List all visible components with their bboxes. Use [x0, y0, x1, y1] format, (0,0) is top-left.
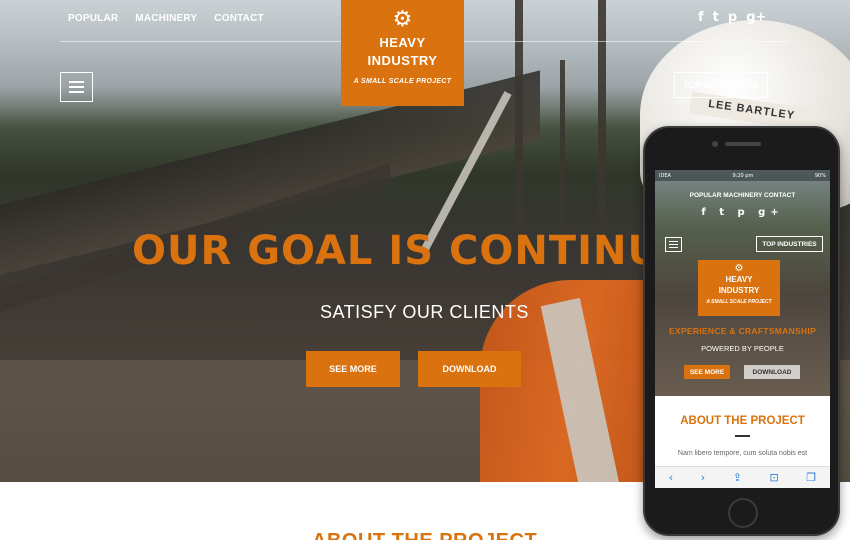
see-more-button[interactable]: SEE MORE: [306, 351, 400, 387]
forward-icon[interactable]: ›: [701, 471, 705, 484]
menu-bar: [69, 91, 84, 93]
nav-item-contact[interactable]: CONTACT: [214, 13, 264, 24]
phone-time: 9:20 pm: [732, 172, 754, 179]
gear-icon: ⚙: [392, 7, 413, 32]
top-industries-button[interactable]: TOP INDUSTRIES: [674, 72, 768, 98]
googleplus-icon[interactable]: g+: [746, 10, 766, 25]
menu-bar: [669, 247, 678, 248]
main-nav: POPULAR MACHINERY CONTACT: [68, 13, 264, 24]
phone-home-button[interactable]: [728, 498, 758, 528]
phone-social-icons[interactable]: f t p g+: [655, 207, 830, 218]
phone-speaker: [725, 142, 761, 146]
phone-experience-heading: EXPERIENCE & CRAFTSMANSHIP: [668, 326, 817, 336]
logo-tagline: A SMALL SCALE PROJECT: [353, 78, 452, 85]
phone-see-more-button[interactable]: SEE MORE: [684, 365, 730, 379]
hero-pole: [515, 0, 523, 250]
menu-bar: [669, 241, 678, 242]
twitter-icon[interactable]: t: [713, 10, 719, 25]
gear-icon: ⚙: [734, 263, 744, 274]
about-section-title: ABOUT THE PROJECT: [312, 530, 537, 540]
phone-nav[interactable]: POPULAR MACHINERY CONTACT: [655, 192, 830, 199]
phone-logo[interactable]: ⚙ HEAVY INDUSTRY A SMALL SCALE PROJECT: [698, 260, 780, 316]
facebook-icon[interactable]: f: [698, 10, 704, 25]
bookmarks-icon[interactable]: ⊡: [770, 471, 779, 484]
phone-status-bar: IDEA 9:20 pm 90%: [655, 170, 830, 181]
phone-battery: 90%: [814, 172, 826, 179]
download-button[interactable]: DOWNLOAD: [418, 351, 521, 387]
hamburger-menu-button[interactable]: [60, 72, 93, 102]
tabs-icon[interactable]: ❐: [806, 471, 816, 484]
logo-line1: HEAVY: [379, 35, 426, 50]
site-logo[interactable]: ⚙ HEAVY INDUSTRY A SMALL SCALE PROJECT: [341, 0, 464, 106]
phone-logo-line1: HEAVY: [725, 275, 753, 284]
phone-camera: [712, 141, 718, 147]
pinterest-icon[interactable]: p: [728, 10, 737, 25]
phone-download-button[interactable]: DOWNLOAD: [744, 365, 800, 379]
menu-bar: [69, 81, 84, 83]
nav-item-popular[interactable]: POPULAR: [68, 13, 118, 24]
phone-carrier: IDEA: [659, 172, 671, 179]
phone-about-title: ABOUT THE PROJECT: [680, 415, 805, 427]
phone-mockup: IDEA 9:20 pm 90% POPULAR MACHINERY CONTA…: [643, 126, 840, 536]
menu-bar: [69, 86, 84, 88]
phone-screen: IDEA 9:20 pm 90% POPULAR MACHINERY CONTA…: [655, 170, 830, 488]
phone-hamburger-menu-button[interactable]: [665, 237, 682, 252]
nav-item-machinery[interactable]: MACHINERY: [135, 13, 197, 24]
phone-logo-tagline: A SMALL SCALE PROJECT: [706, 299, 772, 305]
phone-top-industries-button[interactable]: TOP INDUSTRIES: [756, 236, 823, 252]
social-links: f t p g+: [698, 10, 766, 25]
page: LEE BARTLEY POPULAR MACHINERY CONTACT f …: [0, 0, 850, 540]
phone-about-paragraph: Nam libero tempore, cum soluta nobis est: [677, 450, 808, 457]
hero-pole: [560, 60, 565, 240]
logo-line2: INDUSTRY: [367, 53, 438, 68]
phone-powered-text: POWERED BY PEOPLE: [701, 344, 784, 353]
hero-subheadline: SATISFY OUR CLIENTS: [320, 302, 529, 322]
menu-bar: [669, 244, 678, 245]
phone-about-divider: [735, 435, 750, 437]
phone-logo-line2: INDUSTRY: [718, 286, 760, 295]
phone-browser-toolbar: ‹ › ⇪ ⊡ ❐: [655, 466, 830, 488]
share-icon[interactable]: ⇪: [733, 471, 742, 484]
back-icon[interactable]: ‹: [669, 471, 673, 484]
